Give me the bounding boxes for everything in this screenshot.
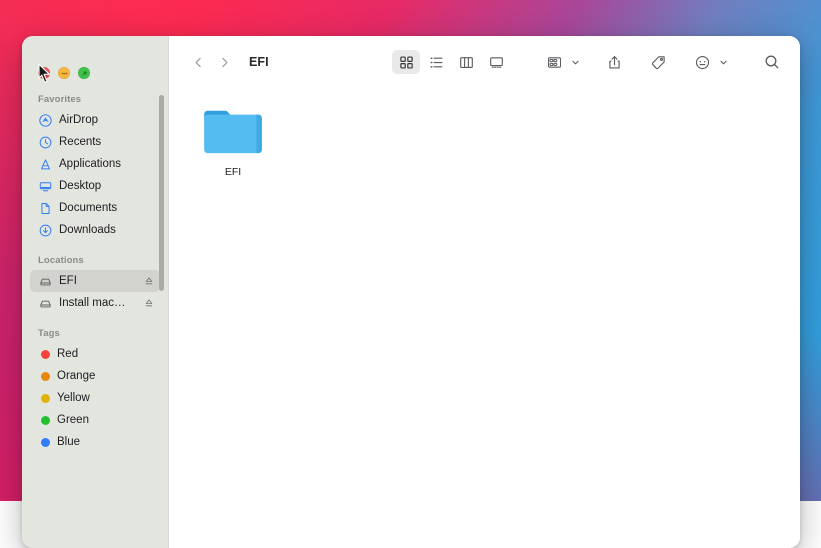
desktop-icon [38,179,52,193]
finder-window: Favorites AirDrop Recents Applications D… [22,36,800,548]
group-by-button[interactable] [540,50,580,74]
sidebar-item-label: Applications [59,158,122,170]
folder-icon [202,106,264,156]
sidebar-item-label: Blue [57,436,81,448]
forward-button[interactable] [211,49,237,75]
sidebar-scroll-area: Favorites AirDrop Recents Applications D… [22,88,168,453]
sidebar-item-label: Yellow [57,392,90,404]
sidebar-item-label: AirDrop [59,114,98,126]
gallery-view-button[interactable] [482,50,510,74]
search-button[interactable] [758,50,786,74]
maximize-button[interactable] [78,67,90,79]
group-icon[interactable] [540,50,568,74]
sidebar-item-label: Orange [57,370,96,382]
sidebar-item-documents[interactable]: Documents [30,197,160,219]
file-label: EFI [224,166,242,178]
sidebar-tag-red[interactable]: Red [30,343,160,365]
drive-icon [38,296,52,310]
chevron-down-icon[interactable] [571,58,580,67]
sidebar-item-label: Install mac… [59,297,126,309]
sidebar-item-airdrop[interactable]: AirDrop [30,109,160,131]
sidebar-item-label: Recents [59,136,102,148]
tag-color-dot [41,437,50,447]
tag-color-dot [41,393,50,403]
finder-toolbar: EFI [169,36,800,88]
eject-icon[interactable] [144,298,154,308]
sidebar-section-tags: Tags [38,328,60,339]
column-view-button[interactable] [452,50,480,74]
document-icon [38,201,52,215]
sidebar-scrollbar[interactable] [159,95,164,291]
view-mode-group [392,50,510,74]
sidebar-item-label: Red [57,348,79,360]
chevron-down-icon[interactable] [719,58,728,67]
actions-button[interactable] [688,50,728,74]
finder-content: EFI EFI [168,36,800,548]
share-button[interactable] [600,50,628,74]
file-grid: EFI [169,88,800,548]
finder-sidebar: Favorites AirDrop Recents Applications D… [22,36,168,548]
eject-icon[interactable] [144,276,154,286]
close-button[interactable] [38,67,50,79]
tag-color-dot [41,371,50,381]
tag-color-dot [41,349,50,359]
sidebar-item-desktop[interactable]: Desktop [30,175,160,197]
sidebar-tag-green[interactable]: Green [30,409,160,431]
sidebar-item-applications[interactable]: Applications [30,153,160,175]
sidebar-item-install-macos[interactable]: Install mac… [30,292,160,314]
downloads-icon [38,223,52,237]
sidebar-tag-orange[interactable]: Orange [30,365,160,387]
tags-button[interactable] [644,50,672,74]
sidebar-item-label: Documents [59,202,118,214]
sidebar-section-locations: Locations [38,255,84,266]
applications-icon [38,157,52,171]
airdrop-icon [38,113,52,127]
list-view-button[interactable] [422,50,450,74]
sidebar-item-recents[interactable]: Recents [30,131,160,153]
back-button[interactable] [185,49,211,75]
sidebar-item-label: EFI [59,275,77,287]
sidebar-section-favorites: Favorites [38,94,82,105]
sidebar-item-label: Green [57,414,89,426]
window-controls [22,36,168,88]
clock-icon [38,135,52,149]
sidebar-item-label: Downloads [59,224,116,236]
file-item-efi[interactable]: EFI [187,102,279,179]
icon-view-button[interactable] [392,50,420,74]
sidebar-item-efi[interactable]: EFI [30,270,160,292]
page-title: EFI [249,55,269,69]
drive-icon [38,274,52,288]
more-actions-icon[interactable] [688,50,716,74]
minimize-button[interactable] [58,67,70,79]
sidebar-tag-blue[interactable]: Blue [30,431,160,453]
sidebar-tag-yellow[interactable]: Yellow [30,387,160,409]
tag-color-dot [41,415,50,425]
sidebar-item-downloads[interactable]: Downloads [30,219,160,241]
sidebar-item-label: Desktop [59,180,102,192]
